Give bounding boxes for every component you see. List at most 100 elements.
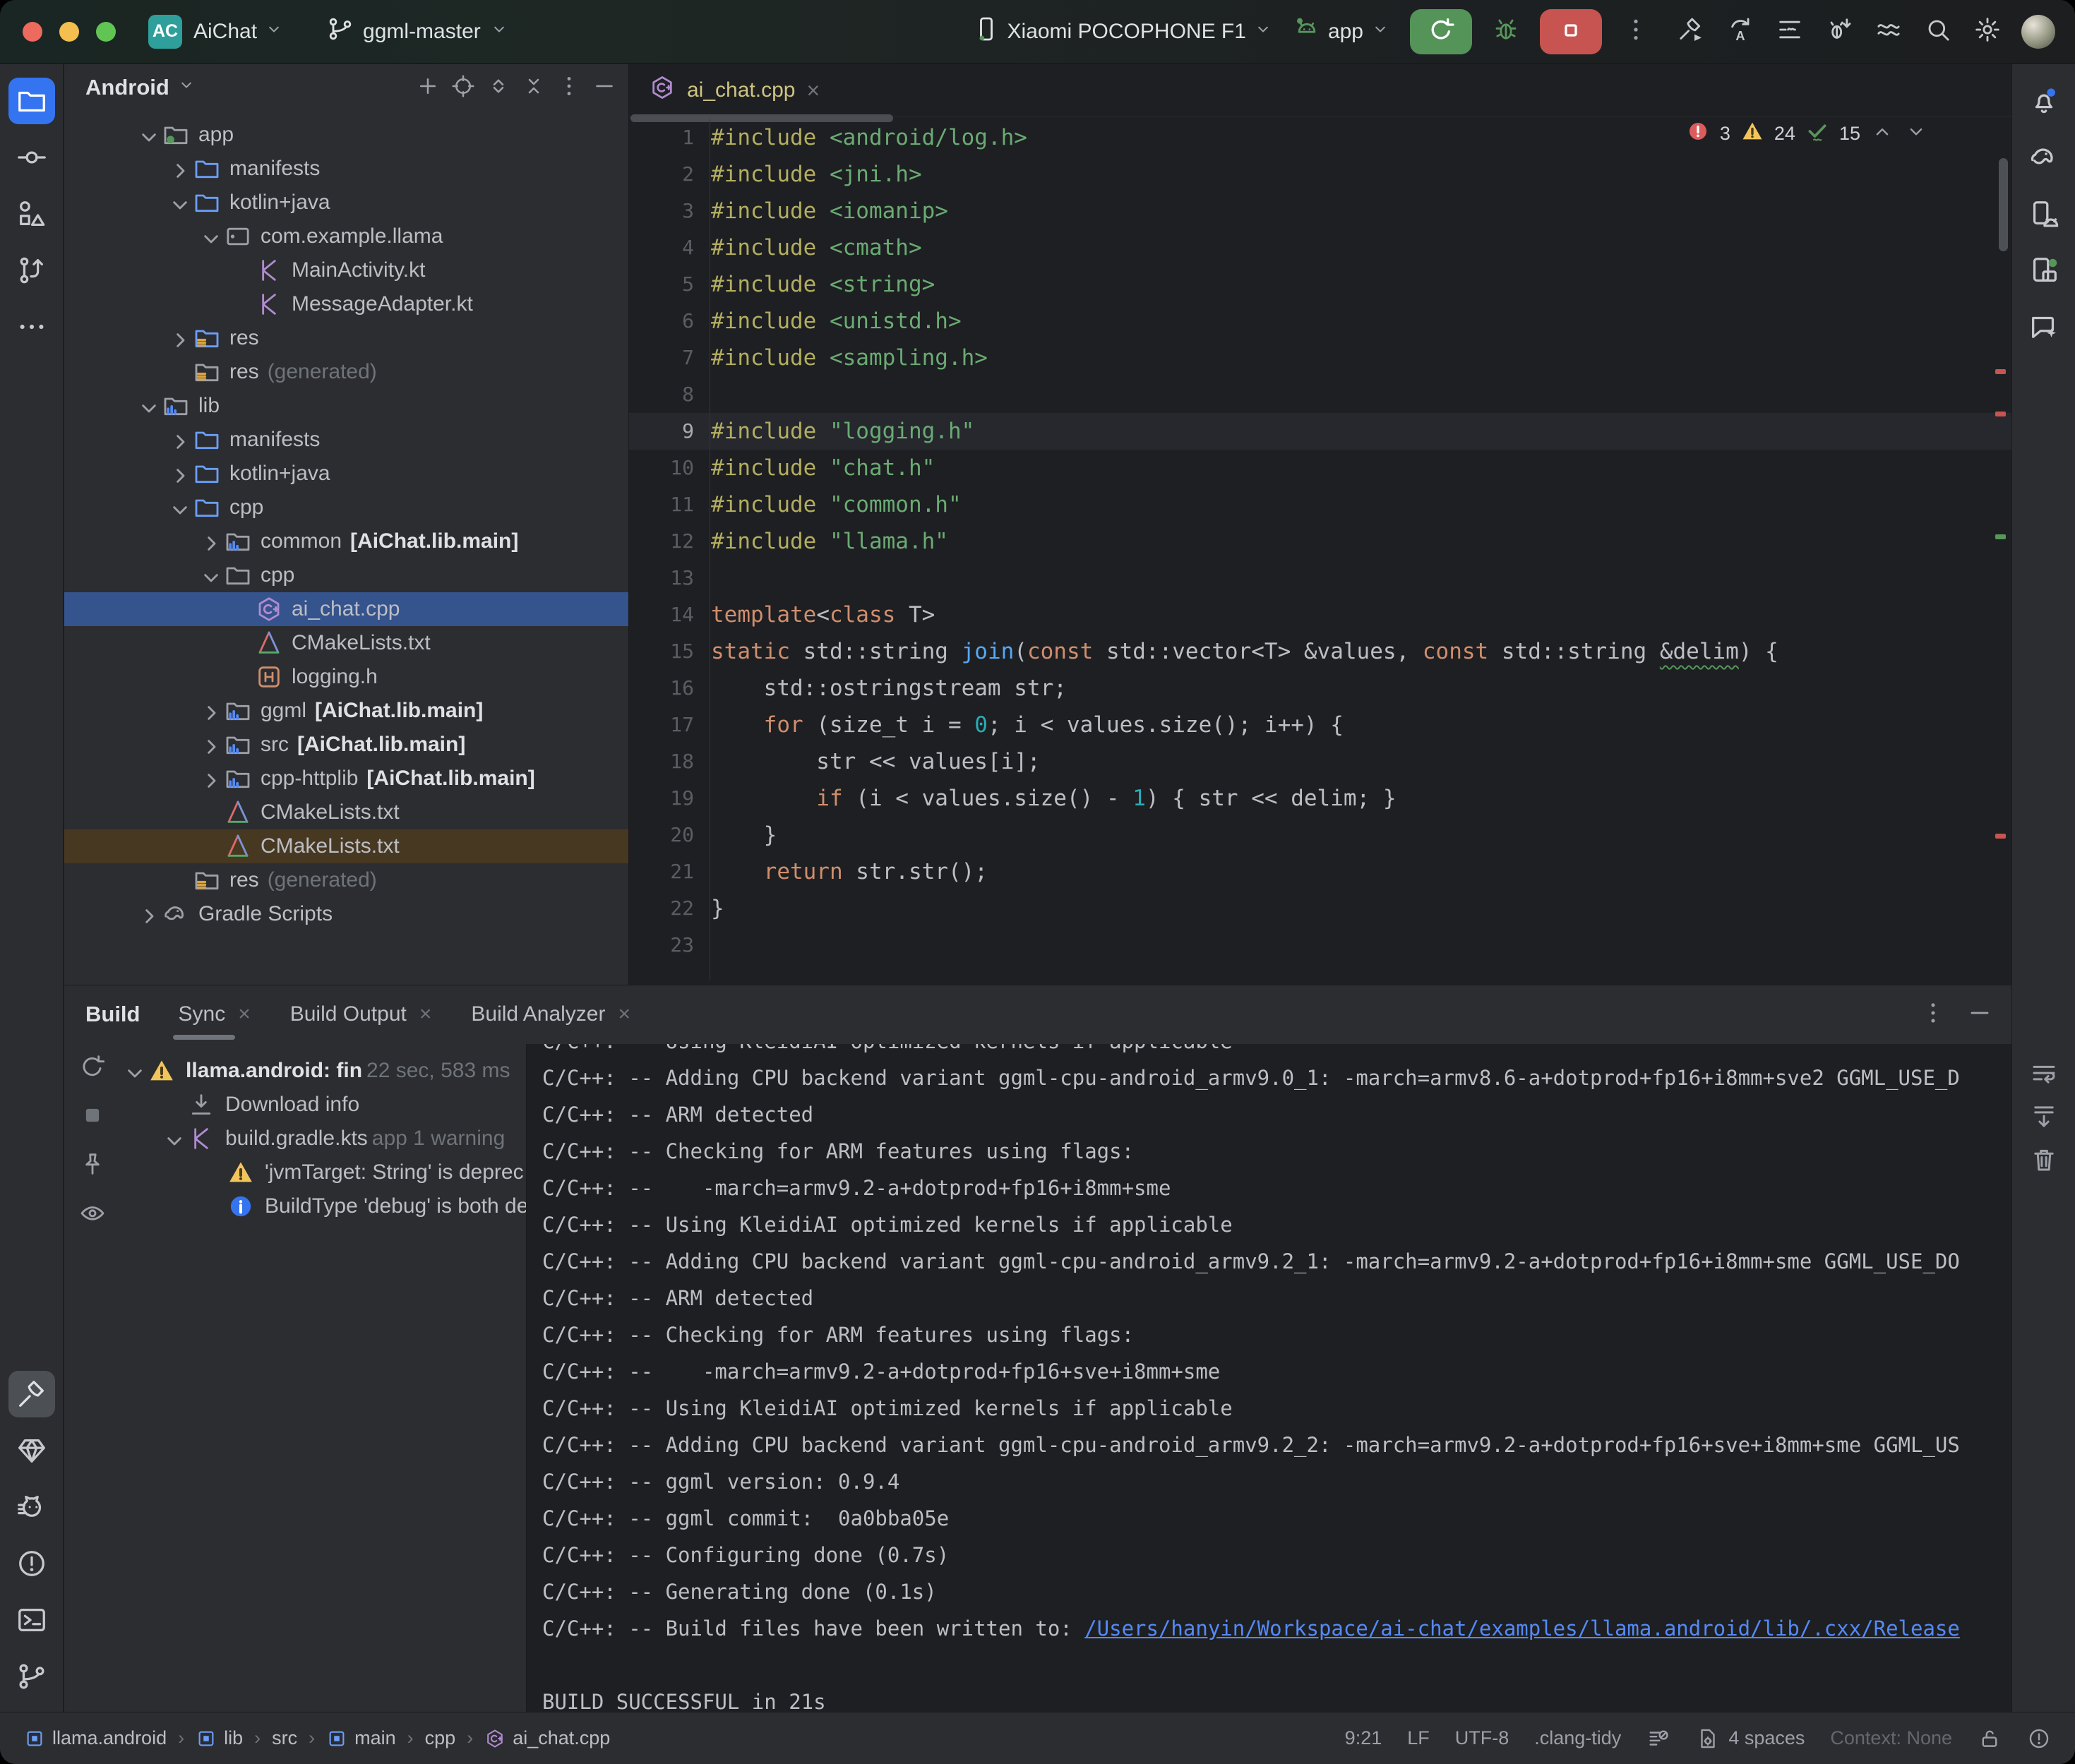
device-selector[interactable]: Xiaomi POCOPHONE F1 — [972, 15, 1273, 49]
attach-debugger-button[interactable] — [1825, 16, 1853, 47]
breadcrumb-item[interactable]: src — [272, 1727, 297, 1749]
status-context[interactable]: Context: None — [1830, 1727, 1952, 1749]
editor-scrollbar[interactable] — [1999, 158, 2008, 251]
build-options-kebab-icon[interactable] — [1920, 1000, 1947, 1030]
tool-window-button-gemini[interactable] — [2021, 304, 2067, 350]
error-stripe-mark[interactable] — [1995, 834, 2006, 839]
tool-window-button-running-devices[interactable] — [2021, 247, 2067, 294]
status-inspections-status[interactable] — [2027, 1727, 2051, 1751]
breadcrumb-item[interactable]: cpp — [425, 1727, 456, 1749]
breadcrumb-item[interactable]: main — [326, 1727, 396, 1749]
tree-item[interactable]: cpp — [64, 558, 628, 592]
tool-window-button-project[interactable] — [8, 78, 55, 124]
build-project-button[interactable] — [1677, 16, 1705, 47]
tree-item[interactable]: CMakeLists.txt — [64, 626, 628, 660]
locate-file-button[interactable] — [450, 73, 476, 102]
branch-selector[interactable]: ggml-master — [326, 15, 509, 49]
tool-window-button-device-manager[interactable] — [2021, 191, 2067, 237]
tree-item[interactable]: kotlin+java — [64, 457, 628, 491]
run-options-kebab-icon[interactable] — [1622, 16, 1650, 47]
tool-window-button-logcat[interactable] — [8, 1484, 55, 1530]
build-tab-sync[interactable]: Sync× — [179, 985, 251, 1043]
tree-item[interactable]: cpp-httplib[AiChat.lib.main] — [64, 762, 628, 796]
project-selector[interactable]: AiChat — [193, 19, 284, 44]
rerun-button[interactable] — [1410, 9, 1472, 54]
tree-item[interactable]: MainActivity.kt — [64, 253, 628, 287]
tree-item[interactable]: res — [64, 321, 628, 355]
status-write-access[interactable] — [1978, 1727, 2002, 1751]
stop-button[interactable] — [1540, 9, 1602, 54]
soft-wrap-button[interactable] — [2029, 1059, 2059, 1092]
build-tab-build-analyzer[interactable]: Build Analyzer× — [471, 985, 630, 1043]
build-tree-item[interactable]: BuildType 'debug' is both de — [121, 1189, 526, 1223]
tree-item[interactable]: MessageAdapter.kt — [64, 287, 628, 321]
tool-window-button-problems[interactable] — [8, 1540, 55, 1587]
close-tab-icon[interactable]: × — [238, 1002, 251, 1026]
clear-all-button[interactable] — [2029, 1145, 2059, 1178]
scroll-to-end-button[interactable] — [2029, 1102, 2059, 1135]
run-config-selector[interactable]: app — [1293, 15, 1390, 49]
avatar[interactable] — [2021, 15, 2055, 49]
console-link[interactable]: /Users/hanyin/Workspace/ai-chat/examples… — [1084, 1616, 1960, 1640]
tool-window-button-gradle[interactable] — [2021, 134, 2067, 181]
status-code-style[interactable]: .clang-tidy — [1534, 1727, 1621, 1749]
build-tree-item[interactable]: 'jvmTarget: String' is deprec — [121, 1156, 526, 1189]
tool-window-button-app-quality-insights[interactable] — [8, 1427, 55, 1474]
tree-item[interactable]: manifests — [64, 423, 628, 457]
close-tab-icon[interactable]: × — [806, 79, 820, 102]
tree-item[interactable]: lib — [64, 389, 628, 423]
tree-item[interactable]: kotlin+java — [64, 186, 628, 220]
pin-tab-button[interactable] — [78, 1150, 107, 1182]
project-view-selector[interactable]: Android — [85, 75, 196, 100]
filter-view-button[interactable] — [78, 1199, 107, 1230]
settings-button[interactable] — [1973, 16, 2002, 47]
status-encoding[interactable]: UTF-8 — [1455, 1727, 1509, 1749]
tool-window-button-structure[interactable] — [8, 191, 55, 237]
build-tab-build-output[interactable]: Build Output× — [290, 985, 432, 1043]
build-tree-item[interactable]: llama.android: fin22 sec, 583 ms — [121, 1054, 526, 1088]
tool-window-button-commit[interactable] — [8, 134, 55, 181]
tree-item[interactable]: manifests — [64, 152, 628, 186]
tree-item[interactable]: app — [64, 118, 628, 152]
status-caret-position[interactable]: 9:21 — [1345, 1727, 1382, 1749]
tree-item[interactable]: res(generated) — [64, 863, 628, 897]
zoom-window-button[interactable] — [96, 22, 116, 42]
debug-button[interactable] — [1492, 16, 1520, 47]
device-mirroring-button[interactable] — [1874, 16, 1903, 47]
error-stripe-mark[interactable] — [1995, 412, 2006, 416]
status-formatter[interactable] — [1646, 1727, 1670, 1751]
status-line-separator[interactable]: LF — [1407, 1727, 1430, 1749]
add-button[interactable] — [415, 73, 441, 102]
hide-build-panel-icon[interactable] — [1966, 1000, 1993, 1030]
tree-item[interactable]: ai_chat.cpp — [64, 592, 628, 626]
tree-item[interactable]: Gradle Scripts — [64, 897, 628, 931]
close-tab-icon[interactable]: × — [618, 1002, 630, 1026]
expand-all-button[interactable] — [486, 73, 511, 102]
tree-item[interactable]: com.example.llama — [64, 220, 628, 253]
build-console[interactable]: C/C++: -- Using KleidiAI optimized kerne… — [526, 1044, 2011, 1712]
options-button[interactable] — [556, 73, 582, 102]
tree-item[interactable]: ggml[AiChat.lib.main] — [64, 694, 628, 728]
close-window-button[interactable] — [23, 22, 42, 42]
breadcrumb-item[interactable]: llama.android — [24, 1727, 167, 1749]
hide-button[interactable] — [592, 73, 617, 102]
tool-window-button-build[interactable] — [8, 1371, 55, 1417]
minimize-window-button[interactable] — [59, 22, 79, 42]
tree-item[interactable]: src[AiChat.lib.main] — [64, 728, 628, 762]
tree-item[interactable]: cpp — [64, 491, 628, 524]
tree-item[interactable]: CMakeLists.txt — [64, 829, 628, 863]
tool-window-button-more-tool-windows[interactable] — [8, 304, 55, 350]
tree-item[interactable]: res(generated) — [64, 355, 628, 389]
breadcrumb-item[interactable]: ai_chat.cpp — [484, 1727, 610, 1749]
stop-sync-button[interactable] — [78, 1101, 107, 1133]
change-stripe-mark[interactable] — [1995, 534, 2006, 539]
editor-tab[interactable]: ai_chat.cpp × — [629, 64, 839, 116]
code-area[interactable]: 1#include <android/log.h>2#include <jni.… — [629, 116, 2011, 985]
profiler-button[interactable] — [1776, 16, 1804, 47]
error-stripe-mark[interactable] — [1995, 369, 2006, 374]
tree-item[interactable]: CMakeLists.txt — [64, 796, 628, 829]
tree-item[interactable]: logging.h — [64, 660, 628, 694]
breadcrumb-item[interactable]: lib — [196, 1727, 243, 1749]
collapse-all-button[interactable] — [521, 73, 546, 102]
tool-window-button-version-control[interactable] — [8, 1653, 55, 1700]
